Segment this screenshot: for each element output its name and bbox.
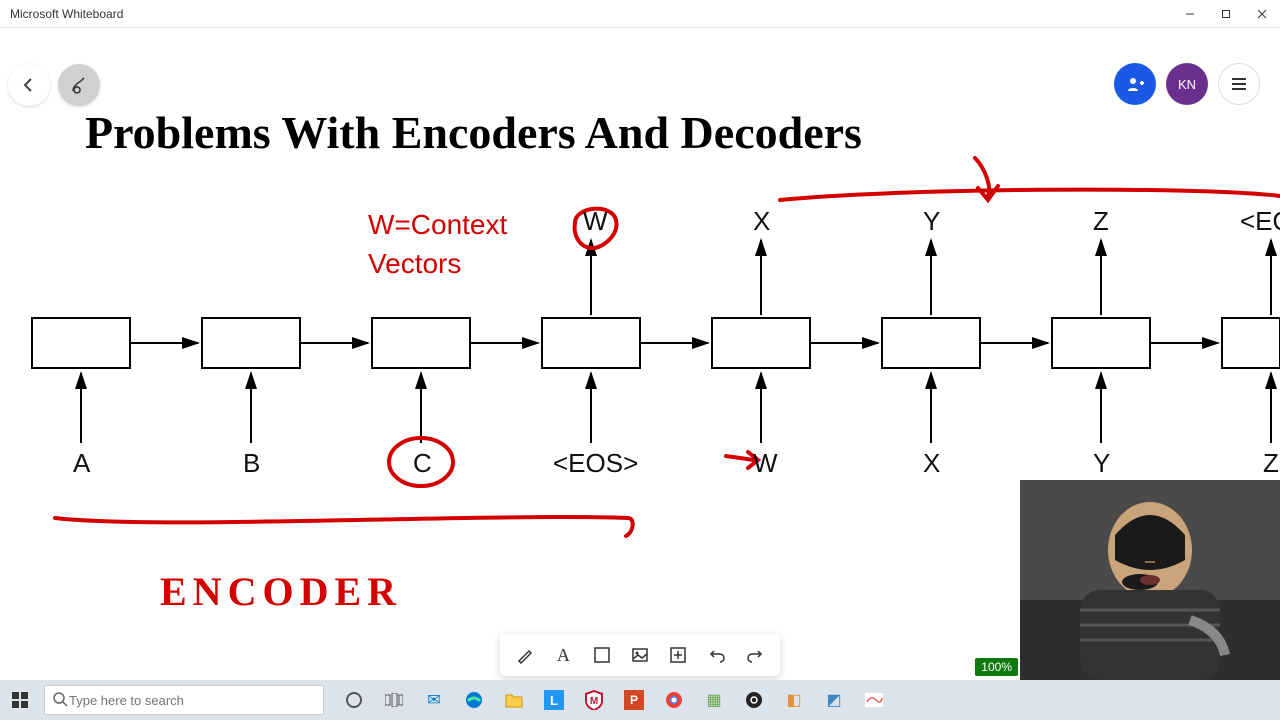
hamburger-menu-button[interactable] <box>1218 63 1260 105</box>
pen-tool-button[interactable] <box>509 639 541 671</box>
taskbar-tray[interactable] <box>1274 680 1280 720</box>
l-app-icon[interactable]: L <box>534 680 574 720</box>
redo-button[interactable] <box>739 639 771 671</box>
obs-app-icon[interactable] <box>734 680 774 720</box>
floating-toolbar: A <box>500 634 780 676</box>
input-y: Y <box>1093 448 1110 479</box>
input-b: B <box>243 448 260 479</box>
close-button[interactable] <box>1244 0 1280 28</box>
output-z: Z <box>1093 206 1109 237</box>
input-z: Z <box>1263 448 1279 479</box>
input-w: W <box>753 448 778 479</box>
note-tool-button[interactable] <box>586 639 618 671</box>
mcafee-app-icon[interactable]: M <box>574 680 614 720</box>
user-avatar[interactable]: KN <box>1166 63 1208 105</box>
output-eos: <EO <box>1240 206 1280 237</box>
app-top-controls <box>0 55 1280 115</box>
app-icon-2[interactable]: ◧ <box>774 680 814 720</box>
taskbar-search[interactable] <box>44 685 324 715</box>
whiteboard-app-icon[interactable] <box>854 680 894 720</box>
input-c: C <box>413 448 432 479</box>
powerpoint-app-icon[interactable]: P <box>614 680 654 720</box>
output-y: Y <box>923 206 940 237</box>
output-w: W <box>583 206 608 237</box>
cortana-icon[interactable] <box>334 680 374 720</box>
taskbar-apps: ✉ L M P ▦ ◧ ◩ <box>334 680 894 720</box>
input-x: X <box>923 448 940 479</box>
svg-text:M: M <box>590 696 598 707</box>
image-tool-button[interactable] <box>624 639 656 671</box>
top-right-controls: KN <box>1114 63 1260 105</box>
titlebar: Microsoft Whiteboard <box>0 0 1280 28</box>
app-icon-3[interactable]: ◩ <box>814 680 854 720</box>
app-icon-1[interactable]: ▦ <box>694 680 734 720</box>
add-button[interactable] <box>662 639 694 671</box>
zoom-level-badge: 100% <box>975 658 1018 676</box>
explorer-app-icon[interactable] <box>494 680 534 720</box>
input-a: A <box>73 448 90 479</box>
input-eos: <EOS> <box>553 448 638 479</box>
output-x: X <box>753 206 770 237</box>
webcam-overlay <box>1020 480 1280 680</box>
text-tool-button[interactable]: A <box>547 639 579 671</box>
mail-app-icon[interactable]: ✉ <box>414 680 454 720</box>
edge-app-icon[interactable] <box>454 680 494 720</box>
undo-button[interactable] <box>701 639 733 671</box>
start-button[interactable] <box>0 680 40 720</box>
chrome-app-icon[interactable] <box>654 680 694 720</box>
taskbar: ✉ L M P ▦ ◧ ◩ <box>0 680 1280 720</box>
taskbar-search-input[interactable] <box>69 693 315 708</box>
window-title: Microsoft Whiteboard <box>10 7 123 21</box>
invite-button[interactable] <box>1114 63 1156 105</box>
ink-tool-button[interactable] <box>58 64 100 106</box>
minimize-button[interactable] <box>1172 0 1208 28</box>
search-icon <box>53 692 69 708</box>
window-controls <box>1172 0 1280 28</box>
maximize-button[interactable] <box>1208 0 1244 28</box>
task-view-icon[interactable] <box>374 680 414 720</box>
back-button[interactable] <box>8 64 50 106</box>
